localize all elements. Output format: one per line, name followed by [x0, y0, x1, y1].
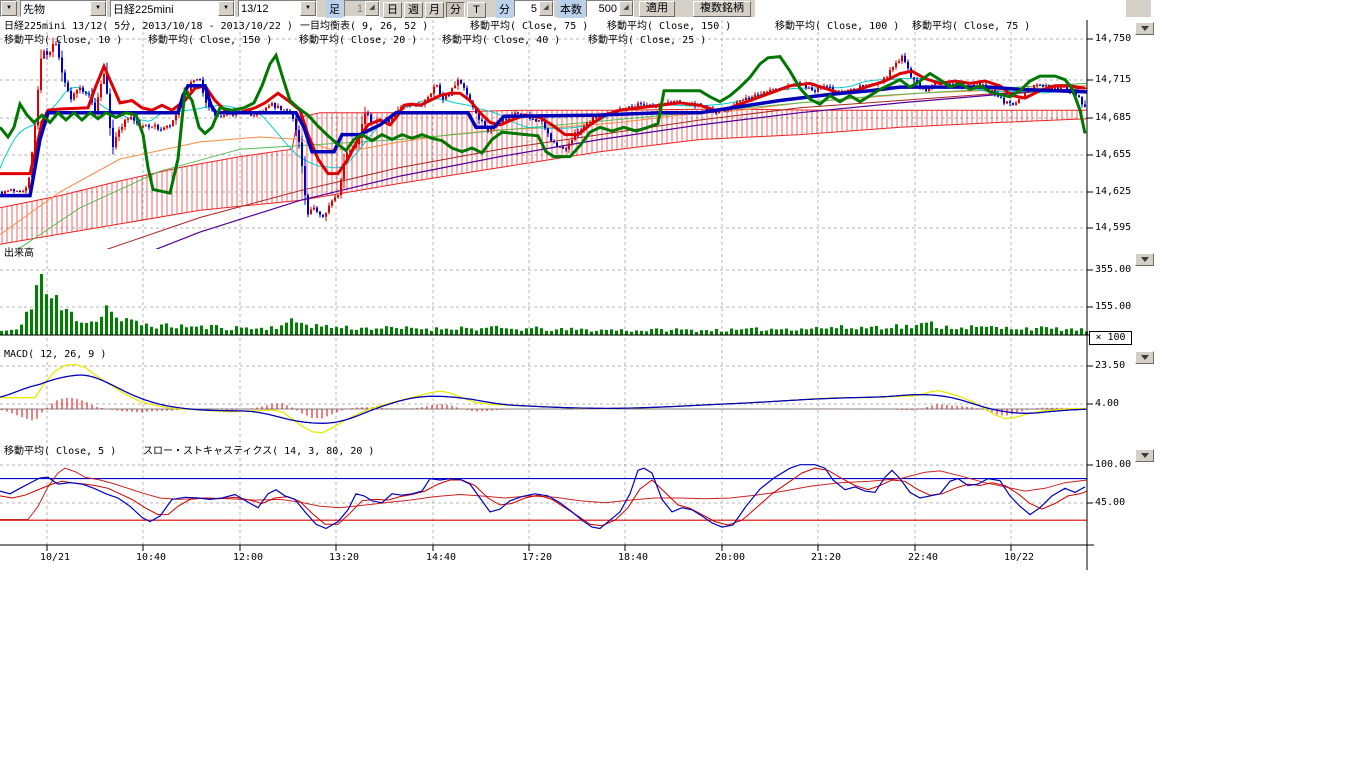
bar-count-value: 500: [587, 3, 619, 15]
bar-interval-value: 1: [345, 3, 365, 15]
period-button-group: 日週月分T: [383, 0, 488, 18]
chevron-down-icon[interactable]: ▼: [218, 1, 234, 16]
legend-row2-1: 移動平均( Close, 150 ): [148, 35, 272, 46]
time-axis-label: 10/21: [40, 552, 70, 563]
price-axis-label: 14,685: [1095, 112, 1131, 123]
chevron-down-icon: [1141, 453, 1149, 458]
legend-row1-0: 日経225mini 13/12( 5分, 2013/10/18 - 2013/1…: [4, 21, 293, 32]
legend-row1-4: 移動平均( Close, 100 ): [775, 21, 899, 32]
time-axis-label: 13:20: [329, 552, 359, 563]
chevron-down-icon[interactable]: ▼: [90, 1, 106, 16]
price-axis-label: 14,715: [1095, 74, 1131, 85]
stoch-axis-label: 100.00: [1095, 459, 1131, 470]
trading-chart-window: { "toolbar": { "hidden_combo_arrow": "▼"…: [0, 0, 1366, 768]
time-axis-label: 21:20: [811, 552, 841, 563]
legend-row1-1: 一目均衡表( 9, 26, 52 ): [300, 21, 428, 32]
period-button-月[interactable]: 月: [425, 2, 444, 18]
chevron-down-icon: [1141, 26, 1149, 31]
time-axis-label: 17:20: [522, 552, 552, 563]
macd-axis-label: 4.00: [1095, 398, 1119, 409]
price-axis-label: 14,595: [1095, 222, 1131, 233]
multi-symbol-button[interactable]: 複数銘柄: [693, 1, 751, 17]
minutes-value: 5: [515, 3, 539, 15]
chevron-down-icon: [1141, 355, 1149, 360]
symbol-combo[interactable]: 日経225mini ▼: [110, 0, 235, 17]
legend-row1-3: 移動平均( Close, 150 ): [607, 21, 731, 32]
time-axis-label: 10/22: [1004, 552, 1034, 563]
legend-row2-4: 移動平均( Close, 25 ): [588, 35, 706, 46]
bar-interval-spinner[interactable]: 1 ◢: [344, 0, 380, 17]
price-axis-label: 14,655: [1095, 149, 1131, 160]
toolbar: ▼ 先物 ▼ 日経225mini ▼ 13/12 ▼ 足 1 ◢ 日週月分T 分…: [0, 0, 755, 17]
time-axis-label: 14:40: [426, 552, 456, 563]
volume-multiplier-box: × 100: [1089, 331, 1132, 345]
minutes-spinner[interactable]: 5 ◢: [514, 0, 554, 17]
pane-collapse-button-3[interactable]: [1135, 449, 1154, 462]
pane-label-1: MACD( 12, 26, 9 ): [4, 349, 106, 360]
price-axis-label: 14,750: [1095, 33, 1131, 44]
time-axis-label: 18:40: [618, 552, 648, 563]
legend-row1-2: 移動平均( Close, 75 ): [470, 21, 588, 32]
volume-axis-label: 355.00: [1095, 264, 1131, 275]
chevron-down-icon[interactable]: ▼: [300, 1, 316, 16]
symbol-value: 日経225mini: [111, 1, 218, 17]
pane-label-0: 出来高: [4, 248, 34, 259]
volume-axis-label: 155.00: [1095, 301, 1131, 312]
legend-row2-3: 移動平均( Close, 40 ): [442, 35, 560, 46]
period-button-分[interactable]: 分: [446, 2, 465, 18]
pane-collapse-button-1[interactable]: [1135, 253, 1154, 266]
instrument-type-combo[interactable]: 先物 ▼: [20, 0, 107, 17]
stoch-axis-label: 45.00: [1095, 497, 1125, 508]
time-axis-label: 10:40: [136, 552, 166, 563]
instrument-type-value: 先物: [21, 1, 90, 17]
apply-button[interactable]: 適用: [639, 1, 675, 17]
spinner-icon[interactable]: ◢: [619, 1, 633, 16]
contract-month-combo[interactable]: 13/12 ▼: [238, 0, 317, 17]
pane-collapse-button-2[interactable]: [1135, 351, 1154, 364]
period-button-日[interactable]: 日: [383, 2, 402, 18]
hidden-combo[interactable]: ▼: [0, 0, 17, 17]
macd-axis-label: 23.50: [1095, 360, 1125, 371]
toolbar-corner-box: [1126, 0, 1151, 17]
spinner-icon[interactable]: ◢: [365, 1, 379, 16]
bar-count-spinner[interactable]: 500 ◢: [586, 0, 634, 17]
chart-canvas: [0, 0, 1366, 768]
legend-row2-0: 移動平均( Close, 10 ): [4, 35, 122, 46]
chevron-down-icon[interactable]: ▼: [1, 1, 17, 16]
spinner-icon[interactable]: ◢: [539, 1, 553, 16]
time-axis-label: 20:00: [715, 552, 745, 563]
time-axis-label: 22:40: [908, 552, 938, 563]
minutes-label: 分: [496, 0, 513, 18]
pane-collapse-button-0[interactable]: [1135, 22, 1154, 35]
legend-row1-5: 移動平均( Close, 75 ): [912, 21, 1030, 32]
pane-label-2: 移動平均( Close, 5 ): [4, 446, 116, 457]
period-button-T[interactable]: T: [467, 2, 486, 18]
chevron-down-icon: [1141, 257, 1149, 262]
price-axis-label: 14,625: [1095, 186, 1131, 197]
contract-month-value: 13/12: [239, 3, 300, 15]
bar-count-label: 本数: [557, 0, 585, 18]
time-axis-label: 12:00: [233, 552, 263, 563]
pane-label-3: スロー・ストキャスティクス( 14, 3, 80, 20 ): [143, 446, 374, 457]
bar-type-label: 足: [326, 0, 343, 18]
period-button-週[interactable]: 週: [404, 2, 423, 18]
legend-row2-2: 移動平均( Close, 20 ): [299, 35, 417, 46]
